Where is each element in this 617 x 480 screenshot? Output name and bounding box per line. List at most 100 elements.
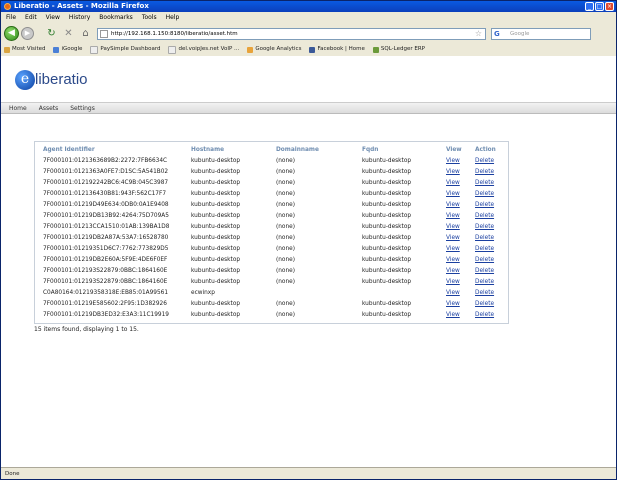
bookmark-igoogle[interactable]: iGoogle xyxy=(53,44,82,55)
cell-view-link[interactable]: View xyxy=(446,265,475,276)
cell-view-link[interactable]: View xyxy=(446,298,475,309)
table-row: 7F000101:01219D49E634:0DB0:0A1E9408 kubun… xyxy=(43,199,505,210)
header-fqdn[interactable]: Fqdn xyxy=(362,145,446,155)
menu-bookmarks[interactable]: Bookmarks xyxy=(99,13,133,23)
bookmark-star-icon[interactable]: ☆ xyxy=(475,29,482,39)
menu-file[interactable]: File xyxy=(6,13,16,23)
cell-hostname: kubuntu-desktop xyxy=(191,245,241,252)
bookmark-label: PaySimple Dashboard xyxy=(100,46,161,52)
cell-view-link[interactable]: View xyxy=(446,232,475,243)
cell-view-link[interactable]: View xyxy=(446,210,475,221)
cell-delete-link[interactable]: Delete xyxy=(475,210,505,221)
bookmark-label: Facebook | Home xyxy=(317,46,365,52)
cell-view-link[interactable]: View xyxy=(446,243,475,254)
home-icon[interactable]: ⌂ xyxy=(80,28,91,39)
menu-bar: File Edit View History Bookmarks Tools H… xyxy=(1,13,617,23)
cell-hostname: kubuntu-desktop xyxy=(191,201,241,208)
cell-delete-link[interactable]: Delete xyxy=(475,177,505,188)
cell-delete-link[interactable]: Delete xyxy=(475,166,505,177)
minimize-button[interactable]: _ xyxy=(585,2,594,11)
bookmark-sql-ledger[interactable]: SQL-Ledger ERP xyxy=(372,44,425,55)
table-row: 7F000101:01219351D6C7:7762:773829D5 kubun… xyxy=(43,243,505,254)
cell-domainname: (none) xyxy=(276,267,295,274)
table-row: 7F000101:0121363A0FE7:D1SC:5A541B02 kubun… xyxy=(43,166,505,177)
cell-view-link[interactable]: View xyxy=(446,199,475,210)
bookmark-label: Most Visited xyxy=(12,46,46,52)
cell-view-link[interactable]: View xyxy=(446,309,475,320)
cell-view-link[interactable]: View xyxy=(446,166,475,177)
back-button[interactable]: ◀ xyxy=(4,26,19,41)
cell-delete-link[interactable]: Delete xyxy=(475,199,505,210)
bookmark-icon xyxy=(90,45,99,54)
forward-button[interactable]: ▶ xyxy=(21,27,34,40)
cell-agent-id: 7F000101:01219DB3ED32:E3A3:11C19919 xyxy=(43,311,169,318)
table-row: 7F000101:012136430B81:943F:562C17F7 kubun… xyxy=(43,188,505,199)
cell-delete-link[interactable]: Delete xyxy=(475,243,505,254)
cell-hostname: ecwinxp xyxy=(191,289,215,296)
firefox-icon xyxy=(4,3,11,10)
bookmark-voip[interactable]: del.voipJes.net VoIP ... xyxy=(168,44,239,55)
bookmark-label: del.voipJes.net VoIP ... xyxy=(178,46,240,52)
window-title: Liberatio - Assets - Mozilla Firefox xyxy=(14,2,149,10)
bookmark-icon xyxy=(4,46,10,53)
cell-domainname: (none) xyxy=(276,168,295,175)
cell-delete-link[interactable]: Delete xyxy=(475,221,505,232)
cell-delete-link[interactable]: Delete xyxy=(475,254,505,265)
cell-agent-id: 7F000101:012192242BC6:4C9B:045C3987 xyxy=(43,179,169,186)
cell-fqdn: kubuntu-desktop xyxy=(362,190,412,197)
table-row: 7F000101:012193S22879:0BBC:1864160E kubun… xyxy=(43,265,505,276)
cell-domainname: (none) xyxy=(276,245,295,252)
cell-view-link[interactable]: View xyxy=(446,177,475,188)
browser-window: Liberatio - Assets - Mozilla Firefox _ □… xyxy=(0,0,617,480)
header-hostname[interactable]: Hostname xyxy=(191,145,276,155)
cell-domainname: (none) xyxy=(276,311,295,318)
menu-help[interactable]: Help xyxy=(166,13,180,23)
nav-assets[interactable]: Assets xyxy=(39,103,59,113)
close-button[interactable]: × xyxy=(605,2,614,11)
search-placeholder: Google xyxy=(510,31,530,37)
cell-hostname: kubuntu-desktop xyxy=(191,311,241,318)
header-agent-identifier[interactable]: Agent Identifier xyxy=(43,145,191,155)
menu-view[interactable]: View xyxy=(46,13,60,23)
bookmark-facebook[interactable]: Facebook | Home xyxy=(309,44,365,55)
bookmark-paysimple[interactable]: PaySimple Dashboard xyxy=(90,44,160,55)
cell-fqdn xyxy=(362,287,446,298)
cell-domainname xyxy=(276,287,362,298)
table-row: 7F000101:01219DB2A87A:53A7:16528780 kubun… xyxy=(43,232,505,243)
bookmark-google-analytics[interactable]: Google Analytics xyxy=(247,44,301,55)
cell-delete-link[interactable]: Delete xyxy=(475,232,505,243)
cell-view-link[interactable]: View xyxy=(446,155,475,166)
cell-view-link[interactable]: View xyxy=(446,254,475,265)
cell-delete-link[interactable]: Delete xyxy=(475,265,505,276)
cell-domainname: (none) xyxy=(276,157,295,164)
menu-history[interactable]: History xyxy=(69,13,90,23)
maximize-button[interactable]: □ xyxy=(595,2,604,11)
stop-icon[interactable]: ✕ xyxy=(63,28,74,39)
cell-delete-link[interactable]: Delete xyxy=(475,309,505,320)
menu-tools[interactable]: Tools xyxy=(142,13,157,23)
header-domainname[interactable]: Domainname xyxy=(276,145,362,155)
nav-home[interactable]: Home xyxy=(9,103,27,113)
cell-delete-link[interactable]: Delete xyxy=(475,188,505,199)
cell-delete-link[interactable]: Delete xyxy=(475,276,505,287)
reload-icon[interactable]: ↻ xyxy=(46,28,57,39)
site-nav: Home Assets Settings xyxy=(1,102,616,114)
url-bar[interactable]: http://192.168.1.150:8180/liberatio/asse… xyxy=(97,28,486,40)
cell-delete-link[interactable]: Delete xyxy=(475,298,505,309)
cell-view-link[interactable]: View xyxy=(446,188,475,199)
cell-view-link[interactable]: View xyxy=(446,287,475,298)
cell-view-link[interactable]: View xyxy=(446,276,475,287)
cell-delete-link[interactable]: Delete xyxy=(475,287,505,298)
bookmark-icon xyxy=(309,46,316,53)
logo-letter: e xyxy=(15,70,35,90)
cell-fqdn: kubuntu-desktop xyxy=(362,179,412,186)
nav-settings[interactable]: Settings xyxy=(70,103,95,113)
bookmark-icon xyxy=(53,46,60,53)
cell-delete-link[interactable]: Delete xyxy=(475,155,505,166)
cell-domainname: (none) xyxy=(276,201,295,208)
bookmark-most-visited[interactable]: Most Visited xyxy=(4,44,45,55)
search-box[interactable]: G Google xyxy=(491,28,591,40)
menu-edit[interactable]: Edit xyxy=(25,13,37,23)
cell-view-link[interactable]: View xyxy=(446,221,475,232)
page-content: e liberatio Home Assets Settings Agent I… xyxy=(1,56,616,467)
